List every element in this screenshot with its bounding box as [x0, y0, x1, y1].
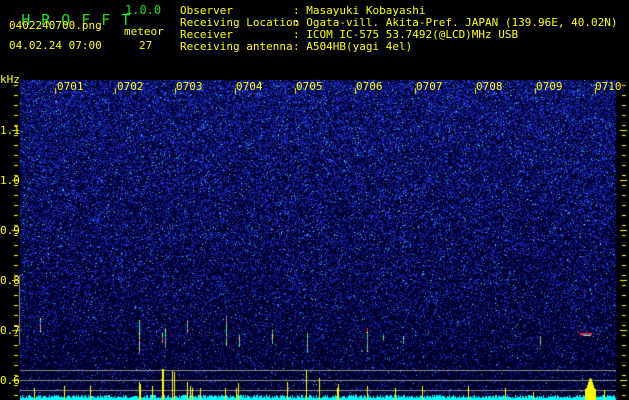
x-tick-label: 0708 — [476, 80, 503, 93]
x-tick-label: 0705 — [296, 80, 323, 93]
y-tick-label: 0.8 — [0, 274, 20, 287]
y-tick-label: 1.1 — [0, 124, 20, 137]
x-tick-label: 0701 — [57, 80, 84, 93]
y-axis-unit: kHz — [0, 73, 20, 86]
y-tick-label: 0.7 — [0, 324, 20, 337]
info-value-antenna: : A504HB(yagi 4el) — [293, 40, 413, 53]
app-version: 1.0.0 — [125, 3, 162, 17]
x-tick-label: 0707 — [416, 80, 443, 93]
x-tick-label: 0709 — [536, 80, 563, 93]
x-tick-label: 0710 — [595, 80, 622, 93]
x-tick-label: 0704 — [236, 80, 263, 93]
spectrogram — [0, 0, 629, 400]
title-letter: F — [101, 11, 111, 29]
file-name: 0402240700.png — [9, 19, 102, 32]
info-label-antenna: Receiving antenna — [180, 40, 293, 53]
y-tick-label: 1.0 — [0, 174, 20, 187]
y-tick-label: 0.6 — [0, 374, 20, 387]
file-datetime: 04.02.24 07:00 — [9, 39, 102, 52]
x-tick-label: 0703 — [176, 80, 203, 93]
x-tick-label: 0702 — [117, 80, 144, 93]
y-tick-label: 0.9 — [0, 224, 20, 237]
meteor-count: 27 — [139, 39, 153, 52]
meteor-label: meteor — [124, 25, 164, 38]
x-tick-label: 0706 — [356, 80, 383, 93]
